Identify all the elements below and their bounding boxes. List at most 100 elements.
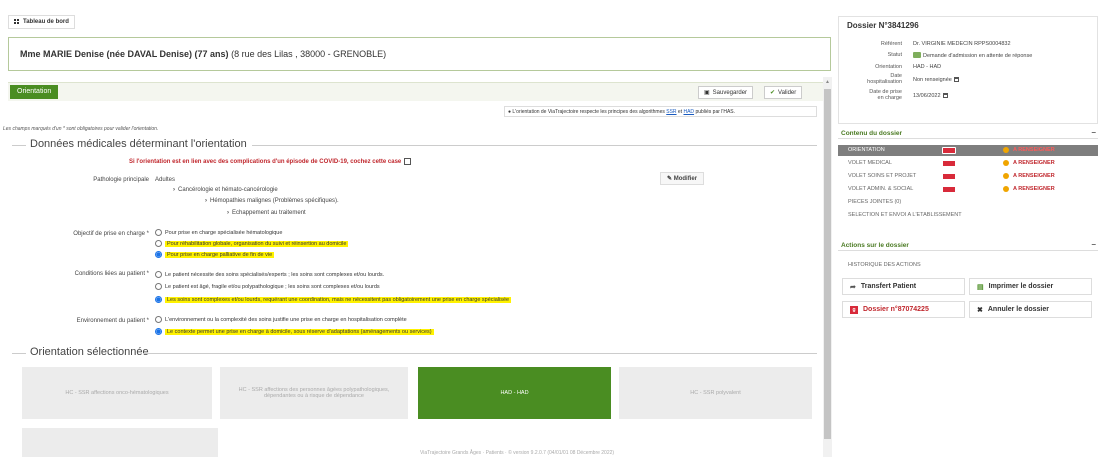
flag-icon bbox=[942, 147, 956, 154]
objective-label: Objectif de prise en charge * bbox=[73, 231, 149, 237]
covid-option[interactable]: Si l'orientation est en lien avec des co… bbox=[129, 158, 412, 165]
share-arrow-icon: ➦ bbox=[850, 283, 856, 291]
check-icon: ✔ bbox=[770, 90, 776, 96]
pathology-level-2-label: Hémopathies malignes (Problèmes spécifiq… bbox=[210, 198, 339, 204]
hospitalisation-value[interactable]: Non renseignée bbox=[913, 77, 959, 83]
breadcrumb[interactable]: Tableau de bord bbox=[8, 15, 75, 29]
contents-item-care-project[interactable]: VOLET SOINS ET PROJET A RENSEIGNER bbox=[838, 171, 1098, 182]
environment-option[interactable]: Le contexte permet une prise en charge à… bbox=[155, 328, 434, 335]
objective-option[interactable]: Pour prise en charge palliative de fin d… bbox=[155, 251, 275, 258]
pathology-level-1: › Cancérologie et hémato-cancérologie bbox=[173, 187, 278, 193]
warning-icon bbox=[1003, 186, 1009, 192]
radio-button[interactable] bbox=[155, 240, 162, 247]
print-label: Imprimer le dossier bbox=[988, 283, 1054, 290]
modify-pathology-button[interactable]: ✎ Modifier bbox=[660, 172, 705, 185]
section-divider bbox=[12, 145, 26, 146]
status-text: A RENSEIGNER bbox=[1013, 186, 1055, 192]
print-dossier-button[interactable]: ▤ Imprimer le dossier bbox=[969, 278, 1092, 295]
objective-option[interactable]: Pour réhabilitation globale, organisatio… bbox=[155, 240, 349, 247]
care-date-label: Date de prise en charge bbox=[847, 89, 902, 101]
radio-button[interactable] bbox=[155, 229, 162, 236]
calendar-icon[interactable] bbox=[953, 77, 959, 82]
radio-button-selected[interactable] bbox=[155, 296, 162, 303]
radio-button[interactable] bbox=[155, 271, 162, 278]
transfer-patient-button[interactable]: ➦ Transfert Patient bbox=[842, 278, 965, 295]
objective-option[interactable]: Pour prise en charge spécialisée hématol… bbox=[155, 229, 282, 236]
dossier-title: Dossier N°3841296 bbox=[847, 21, 919, 30]
environment-option[interactable]: L'environnement ou la complexité des soi… bbox=[155, 316, 407, 323]
contents-item-orientation[interactable]: ORIENTATION A RENSEIGNER bbox=[838, 145, 1098, 156]
ssr-link[interactable]: SSR bbox=[666, 109, 676, 115]
dossier-badge-icon: g bbox=[850, 305, 858, 314]
radio-button-selected[interactable] bbox=[155, 328, 162, 335]
orientation-card-empty bbox=[22, 428, 218, 457]
contents-item-selection[interactable]: SELECTION ET ENVOI A L'ETABLISSEMENT bbox=[838, 210, 1098, 221]
dossier-sidebar: Dossier N°3841296 Référent Dr. VIRGINIE … bbox=[838, 0, 1098, 457]
care-date-value[interactable]: 13/06/2022 bbox=[913, 93, 948, 99]
chevron-right-icon: › bbox=[205, 198, 207, 204]
conditions-option[interactable]: Le patient est âgé, fragile et/ou polypa… bbox=[155, 283, 380, 290]
linked-dossier-button[interactable]: g Dossier n°87074225 bbox=[842, 301, 965, 318]
save-icon: ▣ bbox=[704, 90, 710, 96]
care-date-text: 13/06/2022 bbox=[913, 93, 941, 99]
patient-address: (8 rue des Lilas , 38000 - GRENOBLE) bbox=[231, 49, 387, 59]
radio-button-selected[interactable] bbox=[155, 251, 162, 258]
calendar-icon[interactable] bbox=[942, 93, 948, 98]
request-icon bbox=[913, 52, 921, 58]
algo-note-suffix: publiés par l'HAS. bbox=[695, 109, 736, 115]
scroll-up-icon[interactable]: ▲ bbox=[825, 79, 830, 85]
pathology-root: Adultes bbox=[155, 177, 176, 183]
validate-label: Valider bbox=[778, 89, 797, 96]
tab-orientation[interactable]: Orientation bbox=[10, 85, 59, 99]
scrollbar[interactable]: ▲ bbox=[823, 77, 832, 457]
dashboard-icon bbox=[14, 19, 20, 25]
status-badge: A RENSEIGNER bbox=[1003, 173, 1055, 179]
validate-button[interactable]: ✔ Valider bbox=[764, 86, 803, 99]
conditions-option[interactable]: Les soins sont complexes et/ou lourds, r… bbox=[155, 296, 512, 303]
care-date-label-line-2: en charge bbox=[877, 95, 902, 101]
patient-banner: Mme MARIE Denise (née DAVAL Denise) (77 … bbox=[8, 37, 831, 71]
contents-item-label: VOLET SOINS ET PROJET bbox=[848, 173, 917, 179]
orientation-card-selected[interactable]: HAD - HAD bbox=[418, 367, 611, 419]
status-text: A RENSEIGNER bbox=[1013, 173, 1055, 179]
flag-icon bbox=[942, 186, 956, 193]
history-link[interactable]: HISTORIQUE DES ACTIONS bbox=[838, 260, 1098, 271]
contents-item-attachments[interactable]: PIECES JOINTES (0) bbox=[838, 197, 1098, 208]
collapse-icon[interactable]: – bbox=[1092, 240, 1096, 249]
cancel-dossier-button[interactable]: ✖ Annuler le dossier bbox=[969, 301, 1092, 318]
pathology-level-2: › Hémopathies malignes (Problèmes spécifi… bbox=[205, 198, 339, 204]
contents-item-medical[interactable]: VOLET MEDICAL A RENSEIGNER bbox=[838, 158, 1098, 169]
radio-button[interactable] bbox=[155, 283, 162, 290]
covid-checkbox[interactable] bbox=[404, 158, 412, 165]
section-divider bbox=[143, 353, 817, 354]
radio-button[interactable] bbox=[155, 316, 162, 323]
status-badge: A RENSEIGNER bbox=[1003, 186, 1055, 192]
flag-icon bbox=[942, 173, 956, 180]
print-icon: ▤ bbox=[977, 283, 984, 291]
option-label: Pour prise en charge spécialisée hématol… bbox=[165, 229, 283, 236]
contents-header[interactable]: Contenu du dossier – bbox=[838, 128, 1098, 139]
option-label: Les soins sont complexes et/ou lourds, r… bbox=[165, 296, 512, 303]
conditions-label: Conditions liées au patient * bbox=[74, 271, 149, 277]
orientation-toolbar: Orientation ▣ Sauvegarder ✔ Valider bbox=[8, 82, 823, 101]
contents-item-admin-social[interactable]: VOLET ADMIN. & SOCIAL A RENSEIGNER bbox=[838, 184, 1098, 195]
orientation-card[interactable]: HC - SSR polyvalent bbox=[619, 367, 812, 419]
patient-name: Mme MARIE Denise (née DAVAL Denise) (77 … bbox=[20, 49, 229, 59]
breadcrumb-label: Tableau de bord bbox=[23, 19, 69, 25]
scrollbar-thumb[interactable] bbox=[824, 89, 831, 439]
actions-header[interactable]: Actions sur le dossier – bbox=[838, 240, 1098, 251]
environment-label: Environnement du patient * bbox=[76, 318, 149, 324]
orientation-card[interactable]: HC - SSR affections des personnes âgées … bbox=[220, 367, 408, 419]
save-button[interactable]: ▣ Sauvegarder bbox=[698, 86, 754, 99]
collapse-icon[interactable]: – bbox=[1092, 128, 1096, 137]
referent-label: Référent bbox=[880, 41, 902, 47]
had-link[interactable]: HAD bbox=[683, 109, 694, 115]
contents-item-label: VOLET MEDICAL bbox=[848, 160, 892, 166]
algo-and: et bbox=[677, 109, 683, 115]
cancel-label: Annuler le dossier bbox=[987, 306, 1049, 313]
algo-note-prefix: L'orientation de ViaTrajectoire respecte… bbox=[512, 109, 665, 115]
conditions-option[interactable]: Le patient nécessite des soins spécialis… bbox=[155, 271, 384, 278]
section-divider bbox=[12, 353, 26, 354]
contents-title: Contenu du dossier bbox=[841, 130, 903, 137]
orientation-card[interactable]: HC - SSR affections onco-hématologiques bbox=[22, 367, 212, 419]
